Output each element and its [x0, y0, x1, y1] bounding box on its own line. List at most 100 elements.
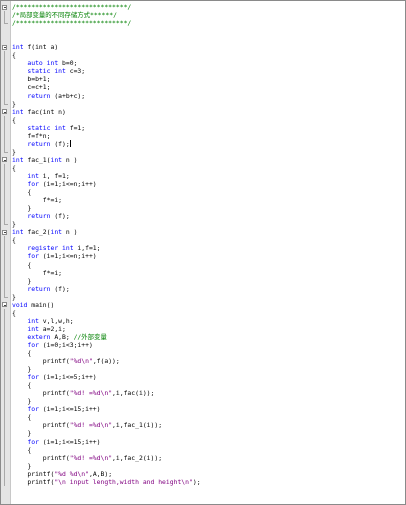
code-line[interactable]: for (i=0;i<3;i++) [1, 340, 405, 350]
code-line[interactable]: static int f=1; [1, 123, 405, 132]
code-line[interactable]: { [1, 413, 405, 422]
keyword-token: int [12, 155, 24, 164]
code-area[interactable]: /*****************************//*局部变量的不同… [1, 1, 405, 504]
code-line-text: f*=i; [12, 196, 62, 204]
code-line-text: b=b+1; [12, 75, 50, 83]
fold-toggle-icon[interactable] [2, 44, 7, 50]
code-line[interactable]: for (i=1;i<=15;i++) [1, 437, 405, 446]
code-line[interactable]: c=c+1; [1, 83, 405, 92]
code-line[interactable]: } [1, 99, 405, 108]
code-editor[interactable]: /*****************************//*局部变量的不同… [0, 0, 406, 505]
code-line-text: printf("%d! =%d\n",i,fac_2(i)); [12, 454, 162, 462]
code-line[interactable]: /*****************************/ [1, 19, 405, 27]
fold-toggle-icon[interactable] [2, 229, 7, 235]
code-line[interactable]: return (a+b+c); [1, 91, 405, 100]
code-line-text: int fac_2(int n ) [12, 228, 77, 236]
code-line[interactable]: f=f*n; [1, 131, 405, 140]
fold-toggle-icon[interactable] [2, 4, 7, 10]
code-line[interactable]: f*=i; [1, 196, 405, 205]
code-line[interactable]: { [1, 445, 405, 454]
code-line[interactable] [1, 27, 405, 35]
code-token: (i=0;i<3;i++) [38, 340, 93, 349]
code-line[interactable] [1, 35, 405, 43]
fold-guide-line [4, 139, 5, 148]
code-line-text: printf("%d\n",f(a)); [12, 357, 120, 365]
fold-guide-line [4, 260, 5, 269]
code-token: c=c+1; [12, 83, 51, 92]
code-line-text: return (a+b+c); [12, 92, 85, 100]
code-token: { [12, 115, 16, 124]
code-line[interactable]: /*****************************/ [1, 3, 405, 11]
code-line[interactable]: int fac(int n) [1, 108, 405, 116]
fold-guide-line [4, 349, 5, 358]
code-line[interactable]: { [1, 188, 405, 197]
code-line[interactable]: { [1, 115, 405, 124]
code-token: { [12, 308, 16, 317]
code-line[interactable]: int v,l,w,h; [1, 316, 405, 325]
code-line[interactable]: } [1, 365, 405, 374]
code-line[interactable]: int fac_2(int n ) [1, 228, 405, 236]
code-line[interactable]: return (f); [1, 212, 405, 221]
code-line[interactable]: } [1, 147, 405, 156]
code-line[interactable]: int i, f=1; [1, 171, 405, 181]
code-line[interactable]: } [1, 204, 405, 213]
fold-guide-line [4, 204, 5, 213]
code-line[interactable]: printf("%d! =%d\n",i,fac_1(i)); [1, 421, 405, 430]
code-line-text: /*****************************/ [12, 19, 131, 27]
keyword-token: int [27, 324, 39, 333]
code-line[interactable]: extern A,B; //外部变量 [1, 332, 405, 341]
code-line[interactable]: } [1, 461, 405, 470]
code-line[interactable]: return (f); [1, 284, 405, 293]
code-line[interactable]: { [1, 163, 405, 172]
code-line[interactable]: printf("%d! =%d\n",i,fac(i)); [1, 389, 405, 398]
fold-toggle-icon[interactable] [2, 109, 7, 115]
code-line[interactable]: b=b+1; [1, 75, 405, 84]
code-line[interactable]: printf("\n input length,width and height… [1, 477, 405, 486]
code-line[interactable]: { [1, 381, 405, 390]
code-line[interactable]: /*局部变量的不同存储方式******/ [1, 11, 405, 20]
code-line[interactable]: for (i=1;i<=5;i++) [1, 373, 405, 382]
code-line-text: int fac(int n) [12, 108, 66, 116]
fold-end-mark [4, 151, 8, 153]
code-token: } [12, 365, 32, 374]
code-line-text: } [12, 100, 16, 108]
code-line[interactable]: for (i=1;i<=n;i++) [1, 252, 405, 261]
code-line-text: f=f*n; [12, 132, 50, 140]
code-line[interactable]: { [1, 349, 405, 358]
code-line-text: printf("%d %d\n",A,B); [12, 470, 112, 478]
code-line[interactable]: { [1, 51, 405, 60]
code-line[interactable]: auto int b=0; [1, 59, 405, 68]
code-line[interactable]: int a=2,i; [1, 324, 405, 333]
code-line[interactable]: int f(int a) [1, 43, 405, 51]
code-line[interactable]: { [1, 260, 405, 269]
fold-toggle-icon[interactable] [2, 157, 7, 163]
string-token: "%d! =%d\n" [69, 453, 113, 462]
code-token: printf( [12, 453, 70, 462]
code-line[interactable]: int fac_1(int n ) [1, 156, 405, 164]
code-line[interactable]: f*=i; [1, 268, 405, 277]
code-line[interactable]: { [1, 236, 405, 245]
code-line[interactable]: for (i=1;i<=n;i++) [1, 180, 405, 189]
code-line[interactable]: for (i=1;i<=15;i++) [1, 405, 405, 414]
keyword-token: return [27, 212, 51, 221]
code-line-text: for (i=1;i<=n;i++) [12, 252, 96, 260]
code-line[interactable]: printf("%d! =%d\n",i,fac_2(i)); [1, 453, 405, 462]
code-line[interactable]: } [1, 220, 405, 228]
code-line[interactable]: printf("%d %d\n",A,B); [1, 469, 405, 478]
code-line[interactable]: void main() [1, 301, 405, 309]
code-line[interactable]: } [1, 276, 405, 285]
code-line[interactable]: static int c=3; [1, 67, 405, 76]
code-line[interactable]: register int i,f=1; [1, 244, 405, 253]
code-line[interactable]: } [1, 292, 405, 301]
fold-toggle-icon[interactable] [2, 302, 7, 308]
code-line[interactable]: printf("%d\n",f(a)); [1, 357, 405, 366]
code-line[interactable]: { [1, 308, 405, 317]
code-line[interactable]: } [1, 397, 405, 406]
code-line-text: /*****************************/ [12, 3, 131, 11]
code-line[interactable]: return (f); [1, 139, 405, 148]
code-line[interactable]: } [1, 429, 405, 438]
fold-guide-line [4, 123, 5, 132]
